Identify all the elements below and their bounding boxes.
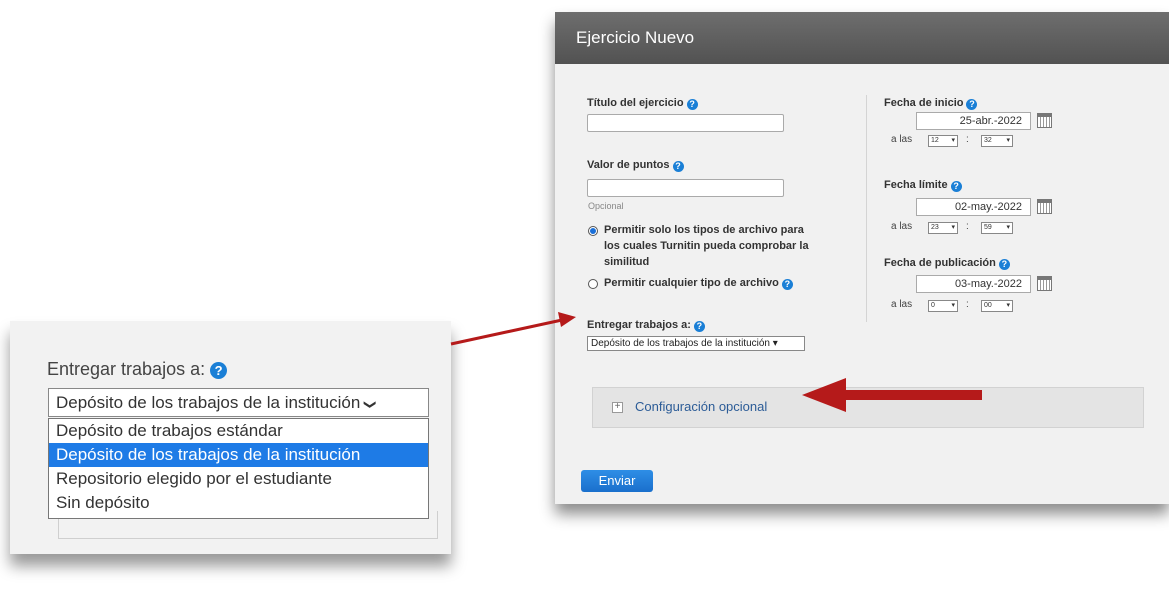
arrow-to-submit-field <box>450 312 576 346</box>
annotation-arrows <box>450 312 982 412</box>
arrow-to-optional-settings <box>802 378 982 412</box>
